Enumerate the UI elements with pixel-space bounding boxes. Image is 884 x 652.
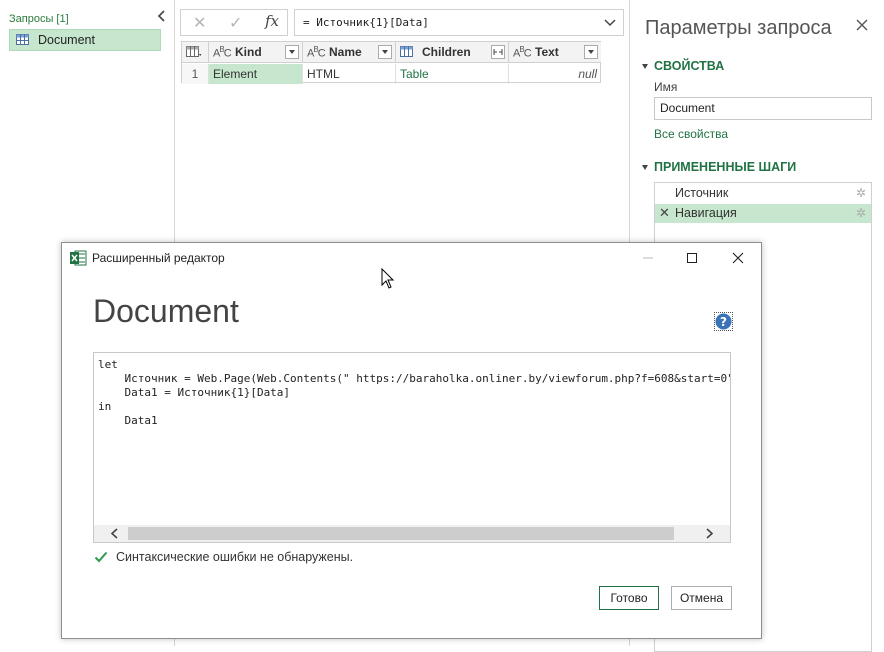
- chevron-down-icon[interactable]: [603, 13, 617, 31]
- dialog-heading: Document: [93, 293, 239, 329]
- table-cell[interactable]: HTML: [303, 64, 396, 84]
- table-icon: [16, 34, 29, 45]
- formula-text: = Источник{1}[Data]: [303, 16, 429, 29]
- query-name-input[interactable]: Document: [654, 97, 872, 120]
- column-label: Name: [329, 45, 362, 59]
- table-type-icon: [400, 46, 413, 57]
- dialog-title: Расширенный редактор: [92, 251, 225, 265]
- name-label: Имя: [654, 80, 678, 94]
- code-line: Источник = Web.Page(Web.Contents(" https…: [98, 372, 731, 385]
- advanced-editor-dialog: Расширенный редактор Document ? let Исто…: [61, 242, 762, 639]
- gear-icon[interactable]: ✲: [856, 206, 866, 220]
- done-button[interactable]: Готово: [599, 586, 659, 610]
- close-icon[interactable]: [854, 17, 870, 33]
- queries-title: Запросы [1]: [9, 13, 69, 25]
- column-label: Children: [422, 45, 471, 59]
- code-line: in: [98, 400, 112, 413]
- close-icon[interactable]: [729, 249, 747, 267]
- filter-dropdown-icon[interactable]: [378, 45, 392, 59]
- collapse-triangle-icon[interactable]: [642, 165, 648, 170]
- help-icon[interactable]: ?: [714, 312, 733, 331]
- syntax-status: Синтаксические ошибки не обнаружены.: [116, 550, 354, 564]
- table-menu-icon: [186, 46, 202, 57]
- column-label: Kind: [235, 45, 262, 59]
- collapse-triangle-icon[interactable]: [642, 64, 648, 69]
- step-item-navigation[interactable]: ✕ Навигация ✲: [655, 204, 871, 223]
- minimize-icon[interactable]: [639, 249, 657, 267]
- settings-title: Параметры запроса: [645, 17, 832, 39]
- checkmark-icon: [94, 550, 108, 564]
- horizontal-scrollbar[interactable]: [94, 525, 730, 542]
- maximize-icon[interactable]: [683, 249, 701, 267]
- mouse-cursor-icon: [381, 267, 395, 290]
- filter-dropdown-icon[interactable]: [584, 45, 598, 59]
- code-line: let: [98, 358, 118, 371]
- cancel-formula-icon[interactable]: ✕: [193, 13, 206, 33]
- step-label: Навигация: [675, 206, 737, 220]
- row-index: 1: [182, 64, 209, 84]
- text-type-icon: ABC: [307, 45, 326, 60]
- fx-icon[interactable]: fx: [265, 12, 279, 30]
- preview-table: ABC Kind ABC Name Children ABC Text 1 El…: [181, 41, 601, 84]
- delete-step-icon[interactable]: ✕: [659, 205, 670, 221]
- code-editor[interactable]: let Источник = Web.Page(Web.Contents(" h…: [93, 352, 731, 543]
- table-link-cell[interactable]: Table: [396, 64, 509, 84]
- column-header-children[interactable]: Children: [396, 42, 509, 63]
- commit-formula-icon[interactable]: ✓: [229, 13, 242, 33]
- scroll-right-icon[interactable]: [704, 527, 714, 540]
- table-corner[interactable]: [182, 42, 209, 63]
- all-properties-link[interactable]: Все свойства: [654, 127, 728, 141]
- code-line: Data1 = Источник{1}[Data]: [98, 386, 291, 399]
- table-cell[interactable]: Element: [209, 64, 303, 84]
- applied-steps-title: ПРИМЕНЕННЫЕ ШАГИ: [654, 160, 797, 174]
- cancel-button[interactable]: Отмена: [671, 586, 732, 610]
- query-item-document[interactable]: Document: [9, 29, 161, 51]
- scrollbar-thumb[interactable]: [128, 527, 674, 540]
- column-label: Text: [535, 45, 559, 59]
- gear-icon[interactable]: ✲: [856, 186, 866, 200]
- scroll-left-icon[interactable]: [110, 527, 120, 540]
- query-item-label: Document: [38, 33, 95, 47]
- text-type-icon: ABC: [213, 45, 232, 60]
- text-type-icon: ABC: [513, 45, 532, 60]
- filter-dropdown-icon[interactable]: [285, 45, 299, 59]
- table-cell[interactable]: null: [509, 64, 601, 84]
- svg-text:?: ?: [720, 315, 727, 329]
- step-label: Источник: [675, 186, 729, 200]
- formula-input[interactable]: = Источник{1}[Data]: [294, 9, 624, 36]
- column-header-text[interactable]: ABC Text: [509, 42, 601, 63]
- properties-section-title: СВОЙСТВА: [654, 59, 725, 73]
- column-header-name[interactable]: ABC Name: [303, 42, 396, 63]
- step-item-source[interactable]: Источник ✲: [655, 184, 871, 203]
- excel-icon: [70, 250, 87, 266]
- code-line: Data1: [98, 414, 158, 427]
- formula-buttons: ✕ ✓ fx: [180, 9, 288, 36]
- column-header-kind[interactable]: ABC Kind: [209, 42, 303, 63]
- expand-column-icon[interactable]: [491, 45, 505, 59]
- collapse-pane-icon[interactable]: [157, 9, 169, 23]
